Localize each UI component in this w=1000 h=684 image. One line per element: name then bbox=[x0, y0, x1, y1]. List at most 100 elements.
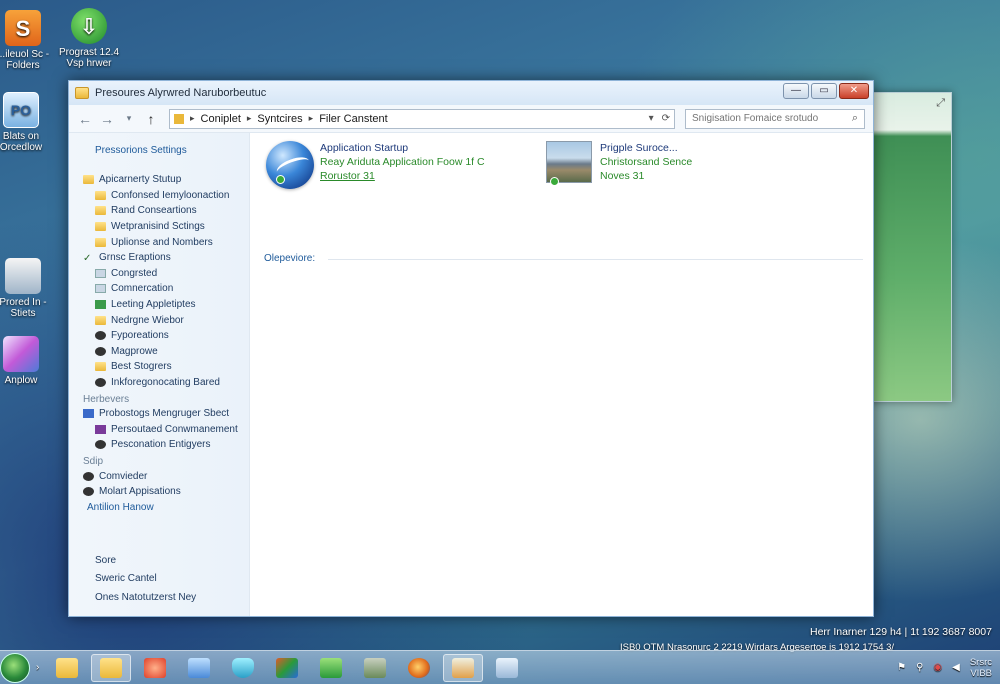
taskbar-item-security[interactable] bbox=[223, 654, 263, 682]
taskbar-item-folder[interactable] bbox=[47, 654, 87, 682]
application-tile[interactable]: Application Startup Reay Ariduta Applica… bbox=[266, 141, 485, 189]
sidebar-tree-item[interactable]: Fyporeations bbox=[83, 328, 249, 344]
sidebar-tree-item[interactable]: Probostogs Mengruger Sbect bbox=[83, 406, 249, 422]
search-icon[interactable]: ⌕ bbox=[852, 112, 858, 125]
chevron-right-icon[interactable]: › bbox=[36, 662, 39, 673]
navigation-bar: ← → ▾ ↑ ▸ Coniplet ▸ Syntcires ▸ Filer C… bbox=[69, 105, 873, 133]
taskbar-item-tools[interactable] bbox=[355, 654, 395, 682]
doc-icon bbox=[95, 268, 106, 278]
sidebar-tree-label: Molart Appisations bbox=[99, 486, 181, 498]
sidebar-tree-item[interactable]: Leeting Appletiptes bbox=[83, 297, 249, 313]
sidebar-tree-item[interactable]: Apicarnerty Stutup bbox=[83, 172, 249, 188]
folder-icon bbox=[174, 113, 184, 124]
taskbar-item-explorer[interactable] bbox=[91, 653, 132, 682]
taskbar-item-office[interactable] bbox=[267, 654, 307, 682]
close-button[interactable]: ✕ bbox=[839, 83, 869, 99]
desktop-icon-folders[interactable]: S ...ileuol Sc - Folders bbox=[0, 10, 58, 71]
tray-clock[interactable]: Srsrc VIBB bbox=[970, 657, 992, 679]
search-input[interactable] bbox=[692, 113, 842, 124]
security-icon[interactable]: ◉ bbox=[933, 662, 942, 673]
section-label: Olepeviore: bbox=[264, 253, 316, 264]
sidebar-tree-label: Persoutaed Conwmanement bbox=[111, 423, 238, 435]
dark-icon bbox=[95, 346, 106, 356]
forward-button[interactable]: → bbox=[99, 111, 115, 127]
sidebar-footer-item[interactable]: Ones Natotutzerst Ney bbox=[95, 592, 196, 611]
sidebar-tree-item[interactable]: Persoutaed Conwmanement bbox=[83, 422, 249, 438]
back-button[interactable]: ← bbox=[77, 111, 93, 127]
notification-flag-icon[interactable]: ⚑ bbox=[897, 662, 906, 673]
dark-icon bbox=[95, 331, 106, 341]
desktop-icon-prored[interactable]: Prored In - Stiets bbox=[0, 258, 58, 319]
volume-icon[interactable]: ◀ bbox=[952, 662, 960, 673]
sidebar-tree-item[interactable]: Sdip bbox=[83, 453, 249, 469]
sidebar-tree-label: Rand Conseartions bbox=[111, 205, 197, 217]
sidebar-tree-item[interactable]: Rand Conseartions bbox=[83, 203, 249, 219]
minimize-button[interactable]: — bbox=[783, 83, 809, 99]
folder-icon bbox=[95, 315, 106, 325]
sidebar-tree-item[interactable]: Comnercation bbox=[83, 281, 249, 297]
maximize-button[interactable]: ▭ bbox=[811, 83, 837, 99]
desktop-icon-anplow[interactable]: Anplow bbox=[0, 336, 56, 386]
recent-locations-button[interactable]: ▾ bbox=[121, 113, 137, 124]
taskbar-item-store[interactable] bbox=[443, 653, 484, 682]
sidebar-tree-item[interactable]: Congrsted bbox=[83, 266, 249, 282]
sidebar-tree-item[interactable]: Molart Appisations bbox=[83, 484, 249, 500]
sidebar-footer-item[interactable]: Sore bbox=[95, 555, 196, 574]
check-badge-icon bbox=[550, 177, 559, 186]
sidebar-tree-label: Pesconation Entigyers bbox=[111, 439, 211, 451]
up-button[interactable]: ↑ bbox=[143, 111, 159, 127]
dropdown-icon[interactable]: ▾ bbox=[649, 113, 654, 124]
sidebar-footer-item[interactable]: Sweric Cantel bbox=[95, 573, 196, 592]
sidebar-tree-item[interactable]: Herbevers bbox=[83, 390, 249, 406]
desktop-icon-program[interactable]: ⇩ Prograst 12.4 Vsp hrwer bbox=[54, 8, 124, 69]
network-icon[interactable]: ⚲ bbox=[916, 662, 923, 673]
sidebar-footer: Sore Sweric Cantel Ones Natotutzerst Ney bbox=[95, 555, 196, 611]
taskbar-item-window[interactable] bbox=[179, 654, 219, 682]
sidebar-tree-item[interactable]: Confonsed Iemyloonaction bbox=[83, 188, 249, 204]
background-window[interactable]: ⤢ bbox=[868, 92, 952, 402]
tile-title: Prigple Suroce... bbox=[600, 142, 678, 154]
sidebar-tree-label: Apicarnerty Stutup bbox=[99, 174, 182, 186]
tile-detail: Noves 31 bbox=[600, 170, 645, 182]
tile-detail[interactable]: Rorustor 31 bbox=[320, 169, 485, 183]
search-box[interactable]: ⌕ bbox=[685, 108, 865, 129]
taskbar-item-app[interactable] bbox=[487, 654, 527, 682]
sidebar-tree-item[interactable]: Magprowe bbox=[83, 344, 249, 360]
taskbar-item-browser[interactable] bbox=[399, 654, 439, 682]
app-icon: S bbox=[5, 10, 41, 46]
breadcrumb-separator: ▸ bbox=[308, 113, 314, 123]
taskbar-item-chat[interactable] bbox=[311, 654, 351, 682]
desktop-icon-blats[interactable]: PO Blats on Orcedlow bbox=[0, 92, 56, 153]
sidebar-tree-item[interactable]: Pesconation Entigyers bbox=[83, 437, 249, 453]
globe-icon bbox=[266, 141, 314, 189]
address-bar[interactable]: ▸ Coniplet ▸ Syntcires ▸ Filer Canstent … bbox=[169, 108, 675, 129]
sidebar-tree-item[interactable]: Inkforegonocating Bared bbox=[83, 375, 249, 391]
sidebar-tree-label: Best Stogrers bbox=[111, 361, 172, 373]
refresh-icon[interactable]: ⟳ bbox=[662, 113, 670, 124]
sidebar-tree-item[interactable]: Comvieder bbox=[83, 468, 249, 484]
window-icon bbox=[496, 657, 519, 678]
sidebar-tree-item[interactable]: ✓ Grnsc Eraptions bbox=[83, 250, 249, 266]
sidebar-tree-item[interactable]: Uplionse and Nombers bbox=[83, 234, 249, 250]
sidebar-tree-item[interactable]: Wetpranisind Sctings bbox=[83, 219, 249, 235]
sidebar-tree-label: Probostogs Mengruger Sbect bbox=[99, 408, 230, 420]
folder-icon bbox=[83, 175, 94, 185]
window-icon bbox=[188, 657, 211, 678]
taskbar-item-paint[interactable] bbox=[135, 654, 175, 682]
sidebar-heading[interactable]: Pressorions Settings bbox=[95, 145, 249, 156]
breadcrumb-item[interactable]: Filer Canstent bbox=[319, 113, 387, 125]
breadcrumb-item[interactable]: Syntcires bbox=[257, 113, 302, 125]
sidebar-tree-item[interactable]: Antilion Hanow bbox=[83, 499, 249, 515]
breadcrumb-item[interactable]: Coniplet bbox=[201, 113, 241, 125]
dark-icon bbox=[95, 378, 106, 388]
picture-tile[interactable]: Prigple Suroce... Christorsand Sence Nov… bbox=[546, 141, 692, 186]
maximize-icon[interactable]: ⤢ bbox=[936, 97, 945, 110]
title-bar[interactable]: Presoures Alyrwred Naruborbeutuc — ▭ ✕ bbox=[69, 81, 873, 105]
sidebar-tree-item[interactable]: Nedrgne Wiebor bbox=[83, 312, 249, 328]
sidebar-tree-label: Antilion Hanow bbox=[87, 501, 154, 513]
sidebar-tree-label: Fyporeations bbox=[111, 330, 169, 342]
book-icon bbox=[3, 336, 39, 372]
sidebar-tree-item[interactable]: Best Stogrers bbox=[83, 359, 249, 375]
start-button[interactable] bbox=[0, 652, 30, 683]
paint-icon bbox=[144, 657, 167, 678]
